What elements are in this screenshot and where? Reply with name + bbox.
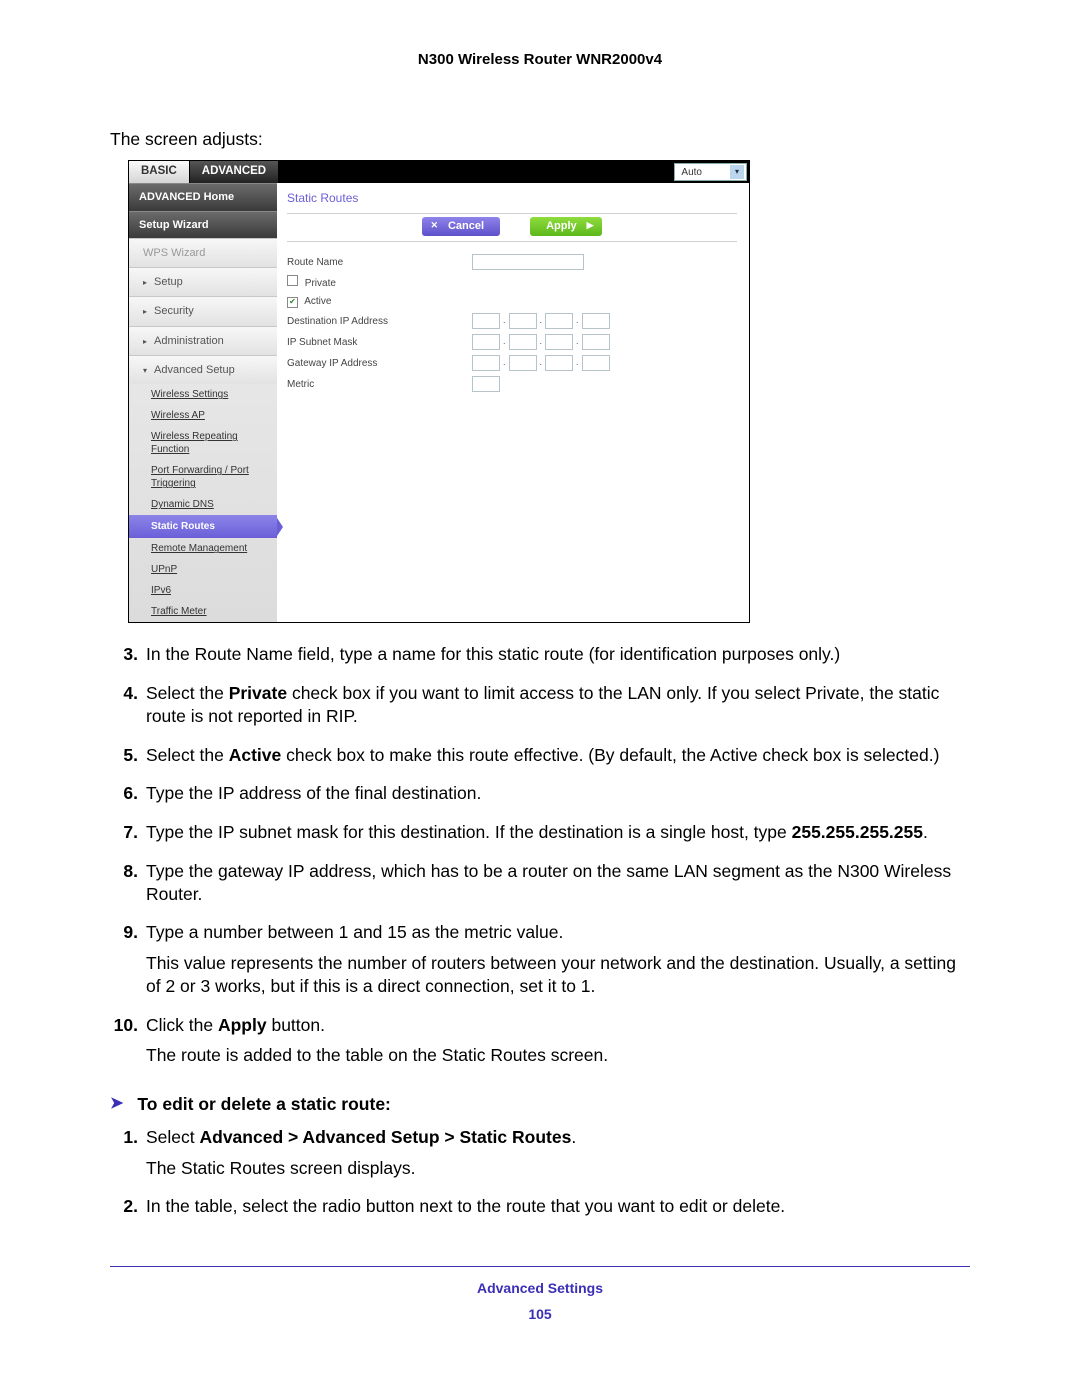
instruction-step: 10.Click the Apply button.The route is a… <box>110 1014 970 1076</box>
arrow-right-icon: ▶ <box>587 220 594 232</box>
intro-text: The screen adjusts: <box>110 128 970 151</box>
sidebar-setup-wizard[interactable]: Setup Wizard <box>129 211 277 238</box>
step-number: 2. <box>110 1195 146 1226</box>
tab-advanced[interactable]: ADVANCED <box>190 161 279 183</box>
router-topbar: BASIC ADVANCED Auto ▾ <box>129 161 749 183</box>
panel-title: Static Routes <box>287 191 737 207</box>
input-dest-ip[interactable]: ... <box>472 313 610 329</box>
instruction-step: 9.Type a number between 1 and 15 as the … <box>110 921 970 1005</box>
label-gateway: Gateway IP Address <box>287 357 472 370</box>
step-number: 6. <box>110 782 146 813</box>
sidebar-wps-wizard[interactable]: WPS Wizard <box>129 238 277 267</box>
label-private: Private <box>305 278 336 289</box>
sidebar-sub-remote-management[interactable]: Remote Management <box>129 538 277 559</box>
input-route-name[interactable] <box>472 254 584 270</box>
checkbox-private[interactable] <box>287 275 298 286</box>
close-icon: ✕ <box>430 220 438 232</box>
sidebar-sub-static-routes[interactable]: Static Routes <box>129 515 277 538</box>
instruction-step: 4.Select the Private check box if you wa… <box>110 682 970 736</box>
instruction-step: 1.Select Advanced > Advanced Setup > Sta… <box>110 1126 970 1188</box>
sidebar-sub-upnp[interactable]: UPnP <box>129 559 277 580</box>
instruction-step: 8.Type the gateway IP address, which has… <box>110 860 970 914</box>
step-number: 7. <box>110 821 146 852</box>
sidebar-sub-wireless-ap[interactable]: Wireless AP <box>129 405 277 426</box>
sidebar: ADVANCED Home Setup Wizard WPS Wizard ▸S… <box>129 183 277 622</box>
step-body: Type the IP subnet mask for this destina… <box>146 821 970 852</box>
sidebar-advanced-setup[interactable]: ▾Advanced Setup <box>129 355 277 384</box>
sidebar-sub-ipv6[interactable]: IPv6 <box>129 580 277 601</box>
step-body: Type the IP address of the final destina… <box>146 782 970 813</box>
chevron-down-icon: ▾ <box>730 165 744 179</box>
step-number: 3. <box>110 643 146 674</box>
step-body: Select the Active check box to make this… <box>146 744 970 775</box>
instruction-step: 7.Type the IP subnet mask for this desti… <box>110 821 970 852</box>
page-footer: Advanced Settings 105 <box>110 1266 970 1323</box>
sidebar-advanced-home[interactable]: ADVANCED Home <box>129 183 277 210</box>
triangle-right-icon: ➤ <box>110 1094 123 1115</box>
step-number: 8. <box>110 860 146 914</box>
input-gateway[interactable]: ... <box>472 355 610 371</box>
sidebar-sub-port-forwarding[interactable]: Port Forwarding / Port Triggering <box>129 460 277 494</box>
sidebar-sub-traffic-meter[interactable]: Traffic Meter <box>129 601 277 622</box>
input-metric[interactable] <box>472 376 500 392</box>
step-body: Select the Private check box if you want… <box>146 682 970 736</box>
sidebar-sub-dynamic-dns[interactable]: Dynamic DNS <box>129 494 277 515</box>
instruction-step: 2.In the table, select the radio button … <box>110 1195 970 1226</box>
sidebar-sub-wireless-repeating[interactable]: Wireless Repeating Function <box>129 426 277 460</box>
step-body: Type the gateway IP address, which has t… <box>146 860 970 914</box>
sidebar-sub-wireless-settings[interactable]: Wireless Settings <box>129 384 277 405</box>
step-body: In the table, select the radio button ne… <box>146 1195 970 1226</box>
procedure-heading: ➤ To edit or delete a static route: <box>110 1093 970 1116</box>
router-main-panel: Static Routes ✕ Cancel Apply ▶ Route Nam… <box>277 183 749 622</box>
step-number: 5. <box>110 744 146 775</box>
step-number: 1. <box>110 1126 146 1188</box>
input-subnet[interactable]: ... <box>472 334 610 350</box>
checkbox-active[interactable]: ✔ <box>287 297 298 308</box>
auto-dropdown[interactable]: Auto ▾ <box>674 163 747 181</box>
instruction-step: 3.In the Route Name field, type a name f… <box>110 643 970 674</box>
label-dest-ip: Destination IP Address <box>287 315 472 328</box>
sidebar-administration[interactable]: ▸Administration <box>129 326 277 355</box>
label-route-name: Route Name <box>287 256 472 269</box>
button-bar: ✕ Cancel Apply ▶ <box>287 213 737 242</box>
auto-label: Auto <box>681 166 702 179</box>
label-metric: Metric <box>287 378 472 391</box>
step-body: In the Route Name field, type a name for… <box>146 643 970 674</box>
instruction-step: 6.Type the IP address of the final desti… <box>110 782 970 813</box>
label-active: Active <box>304 296 331 307</box>
sidebar-security[interactable]: ▸Security <box>129 296 277 325</box>
step-number: 9. <box>110 921 146 1005</box>
step-number: 4. <box>110 682 146 736</box>
instruction-list-b: 1.Select Advanced > Advanced Setup > Sta… <box>110 1126 970 1226</box>
footer-section: Advanced Settings <box>110 1279 970 1297</box>
sidebar-setup[interactable]: ▸Setup <box>129 267 277 296</box>
tab-basic[interactable]: BASIC <box>129 161 190 183</box>
cancel-button[interactable]: ✕ Cancel <box>422 217 500 236</box>
step-body: Type a number between 1 and 15 as the me… <box>146 921 970 1005</box>
instruction-list-a: 3.In the Route Name field, type a name f… <box>110 643 970 1075</box>
instruction-step: 5.Select the Active check box to make th… <box>110 744 970 775</box>
label-subnet: IP Subnet Mask <box>287 336 472 349</box>
step-number: 10. <box>110 1014 146 1076</box>
step-body: Click the Apply button.The route is adde… <box>146 1014 970 1076</box>
router-screenshot: BASIC ADVANCED Auto ▾ ADVANCED Home Setu… <box>128 160 750 623</box>
page-header-title: N300 Wireless Router WNR2000v4 <box>110 50 970 70</box>
footer-page-number: 105 <box>110 1305 970 1323</box>
apply-button[interactable]: Apply ▶ <box>530 217 601 236</box>
step-body: Select Advanced > Advanced Setup > Stati… <box>146 1126 970 1188</box>
